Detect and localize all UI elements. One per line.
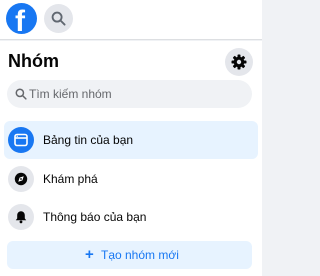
gear-icon	[231, 54, 247, 70]
create-group-label: Tạo nhóm mới	[101, 248, 179, 262]
facebook-logo-letter: f	[15, 5, 25, 34]
compass-icon	[8, 166, 34, 192]
search-input[interactable]	[29, 80, 244, 108]
groups-panel: Nhóm Bảng tin của bạn	[0, 41, 262, 276]
page-title: Nhóm	[8, 51, 59, 71]
plus-icon: +	[85, 246, 94, 263]
settings-button[interactable]	[225, 48, 253, 76]
search-icon	[15, 88, 27, 100]
feed-icon	[8, 127, 34, 153]
search-icon	[51, 11, 66, 26]
bell-icon	[8, 204, 34, 230]
nav-item-feed[interactable]: Bảng tin của bạn	[4, 121, 258, 159]
group-search	[7, 80, 252, 108]
nav-item-label: Khám phá	[43, 172, 98, 186]
nav-item-notifications[interactable]: Thông báo của bạn	[4, 198, 258, 236]
top-bar: f	[0, 0, 262, 40]
search-button[interactable]	[44, 4, 73, 33]
nav-item-label: Bảng tin của bạn	[43, 133, 134, 147]
facebook-logo-icon[interactable]: f	[6, 3, 37, 34]
nav-item-discover[interactable]: Khám phá	[4, 160, 258, 198]
nav-item-label: Thông báo của bạn	[43, 210, 147, 224]
create-group-button[interactable]: + Tạo nhóm mới	[7, 241, 252, 269]
